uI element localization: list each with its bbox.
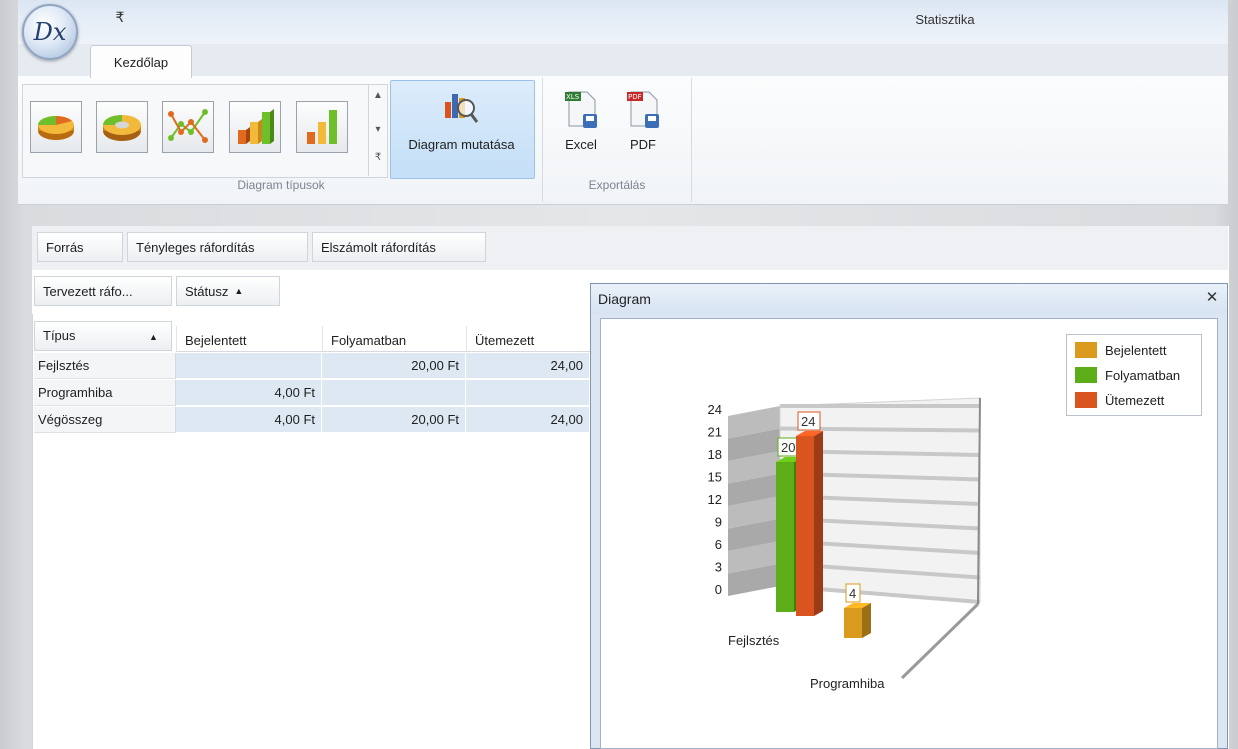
table-cell: 24,00 bbox=[466, 407, 590, 433]
bar-3d-icon bbox=[238, 109, 274, 144]
row-field-type[interactable]: Típus ▲ bbox=[34, 321, 172, 351]
filter-field-actual-effort[interactable]: Tényleges ráfordítás bbox=[127, 232, 308, 262]
doughnut-3d-chart-button[interactable] bbox=[96, 101, 148, 153]
column-field-status-label: Státusz bbox=[185, 283, 229, 299]
line-chart-button[interactable] bbox=[162, 101, 214, 153]
table-cell: 24,00 bbox=[466, 353, 590, 379]
filter-field-billed-effort[interactable]: Elszámolt ráfordítás bbox=[312, 232, 486, 262]
row-field-type-label: Típus bbox=[43, 328, 76, 343]
app-menu-button[interactable]: Dx bbox=[22, 4, 78, 60]
data-field-planned-effort[interactable]: Tervezett ráfo... bbox=[34, 276, 172, 306]
legend-swatch bbox=[1075, 392, 1097, 408]
grand-total-row-header[interactable]: Végösszeg bbox=[34, 407, 176, 433]
legend-label: Ütemezett bbox=[1105, 392, 1165, 408]
y-tick-label: 3 bbox=[715, 560, 722, 575]
legend-label: Folyamatban bbox=[1105, 367, 1181, 383]
column-header[interactable]: Ütemezett bbox=[466, 326, 590, 352]
bar bbox=[844, 608, 862, 638]
column-header[interactable]: Folyamatban bbox=[322, 326, 466, 352]
bar bbox=[776, 462, 794, 612]
ribbon-group-label-diagram-types: Diagram típusok bbox=[237, 178, 325, 192]
row-header[interactable]: Programhiba bbox=[34, 380, 176, 406]
table-cell bbox=[322, 380, 466, 406]
y-tick-label: 15 bbox=[708, 470, 722, 485]
gallery-scrollbar[interactable]: ▲ ▾ ₹ bbox=[368, 84, 387, 176]
row-header[interactable]: Fejlsztés bbox=[34, 353, 176, 379]
y-tick-label: 0 bbox=[715, 582, 722, 597]
bar-side bbox=[814, 431, 823, 616]
sort-ascending-icon: ▲ bbox=[234, 286, 244, 296]
legend-swatch bbox=[1075, 367, 1097, 383]
excel-file-icon: XLS bbox=[565, 91, 597, 128]
show-diagram-label: Diagram mutatása bbox=[408, 137, 515, 152]
column-field-status[interactable]: Státusz ▲ bbox=[176, 276, 280, 306]
y-tick-label: 18 bbox=[708, 447, 722, 462]
x-category-label: Programhiba bbox=[810, 676, 885, 691]
bar bbox=[796, 436, 814, 616]
legend-item: Bejelentett bbox=[1075, 339, 1166, 361]
data-label: 20 bbox=[781, 440, 795, 455]
y-tick-label: 21 bbox=[708, 425, 722, 440]
gallery-expand-icon[interactable]: ₹ bbox=[369, 152, 387, 163]
legend-label: Bejelentett bbox=[1105, 342, 1167, 358]
gallery-scroll-down-icon[interactable]: ▾ bbox=[369, 124, 387, 135]
chart-magnifier-icon bbox=[445, 94, 479, 123]
y-tick-label: 6 bbox=[715, 537, 722, 552]
data-label: 24 bbox=[801, 414, 815, 429]
bar-side bbox=[862, 603, 871, 638]
table-cell: 4,00 Ft bbox=[176, 380, 322, 406]
table-cell: 20,00 Ft bbox=[322, 407, 466, 433]
export-pdf-label: PDF bbox=[630, 137, 656, 152]
y-tick-label: 9 bbox=[715, 515, 722, 530]
excel-badge: XLS bbox=[566, 93, 580, 101]
diagram-window-titlebar[interactable] bbox=[591, 284, 1227, 314]
table-cell bbox=[176, 353, 322, 379]
bar-3d-chart-button[interactable] bbox=[229, 101, 281, 153]
legend-item: Folyamatban bbox=[1075, 364, 1180, 386]
filter-field-source[interactable]: Forrás bbox=[37, 232, 123, 262]
chart-legend: Bejelentett Folyamatban Ütemezett bbox=[1066, 334, 1202, 416]
close-icon[interactable]: ✕ bbox=[1202, 288, 1222, 308]
table-cell: 20,00 Ft bbox=[322, 353, 466, 379]
chart-floor-rail bbox=[900, 602, 980, 680]
table-cell: 4,00 Ft bbox=[176, 407, 322, 433]
table-cell bbox=[466, 380, 590, 406]
gallery-scroll-up-icon[interactable]: ▲ bbox=[369, 90, 387, 101]
legend-item: Ütemezett bbox=[1075, 389, 1164, 411]
pie-3d-chart-button[interactable] bbox=[30, 101, 82, 153]
sort-ascending-icon: ▲ bbox=[149, 332, 158, 342]
doughnut-3d-icon bbox=[103, 115, 141, 141]
y-tick-label: 12 bbox=[708, 492, 722, 507]
line-chart-icon bbox=[168, 109, 208, 143]
ribbon-group-label-export: Exportálás bbox=[588, 178, 646, 192]
ribbon-tab-strip bbox=[18, 44, 1228, 77]
pdf-file-icon: PDF bbox=[627, 91, 659, 128]
export-pdf-button[interactable]: PDF PDF bbox=[615, 80, 671, 177]
x-category-label: Fejlsztés bbox=[728, 633, 780, 648]
diagram-window-title: Diagram bbox=[598, 291, 651, 307]
export-excel-button[interactable]: XLS Excel bbox=[553, 80, 609, 177]
export-excel-label: Excel bbox=[565, 137, 597, 152]
window-title: Statisztika bbox=[915, 12, 975, 27]
data-label: 4 bbox=[849, 586, 856, 601]
bar-chart-button[interactable] bbox=[296, 101, 348, 153]
bar-chart-icon bbox=[307, 110, 337, 144]
tab-home[interactable]: Kezdőlap bbox=[90, 45, 192, 78]
column-header[interactable]: Bejelentett bbox=[176, 326, 322, 352]
pdf-badge: PDF bbox=[628, 93, 642, 101]
legend-swatch bbox=[1075, 342, 1097, 358]
y-tick-label: 24 bbox=[708, 402, 722, 417]
pie-3d-icon bbox=[38, 116, 74, 140]
